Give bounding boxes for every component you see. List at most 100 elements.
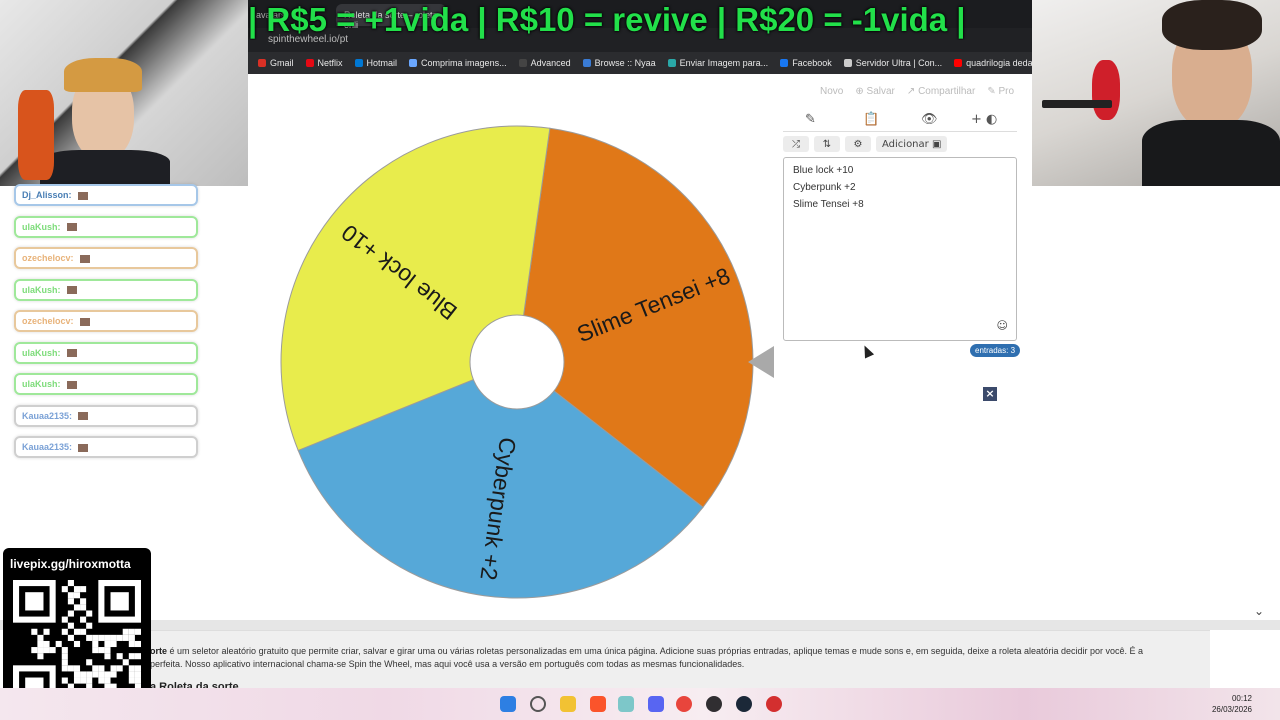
bookmark-icon (667, 59, 676, 67)
entries-list: Blue lock +10 Cyberpunk +2 Slime Tensei +8 (793, 164, 1007, 215)
brave-browser-icon[interactable] (590, 696, 606, 712)
bookmark-icon (843, 59, 852, 67)
bookmark-1[interactable]: Netflix (305, 58, 343, 68)
file-explorer-icon[interactable] (560, 696, 576, 712)
qr-module (104, 634, 111, 641)
emoji-icon[interactable]: ☺ (997, 319, 1008, 332)
wheel-hub[interactable] (469, 314, 565, 410)
qr-module (92, 671, 99, 678)
entries-textarea[interactable]: Blue lock +10 Cyberpunk +2 Slime Tensei +8… (783, 157, 1017, 341)
qr-module (73, 665, 81, 672)
chat-username: ulaKush: (22, 347, 61, 358)
save-button[interactable]: ⊕ Salvar (855, 86, 895, 97)
qr-module (134, 628, 141, 635)
wheel-segment-label: Cyberpunk +2 (475, 436, 521, 582)
tab-results-clipboard-icon[interactable]: 📋 (863, 112, 879, 127)
qr-module (67, 634, 74, 641)
bookmark-label: Facebook (792, 58, 832, 68)
chat-username: ulaKush: (22, 284, 61, 295)
site-menu: Novo ⊕ Salvar ↗ Compartilhar ✎ Pro (820, 86, 1014, 97)
qr-module (25, 592, 44, 611)
chat-username: ozechelocv: (22, 316, 74, 326)
share-button[interactable]: ↗ Compartilhar (907, 86, 975, 97)
qr-module (134, 671, 141, 678)
qr-module (37, 634, 44, 641)
windows-start-icon[interactable] (500, 696, 516, 712)
bookmark-label: Advanced (530, 58, 571, 68)
qr-module (92, 665, 99, 672)
qr-module (110, 592, 129, 611)
qr-module (86, 634, 93, 641)
close-icon[interactable]: × (983, 387, 997, 401)
qr-module (104, 640, 111, 648)
add-wheel-plus-icon[interactable]: + ◐ (971, 112, 997, 127)
entry-line[interactable]: Slime Tensei +8 (793, 198, 1007, 215)
qr-module (61, 659, 68, 666)
add-image-button[interactable]: Adicionar ▣ (876, 136, 948, 152)
qr-module (92, 634, 99, 641)
bookmark-icon (409, 59, 418, 67)
chat-emote-icon (79, 254, 90, 263)
bookmark-label: Servidor Ultra | Con... (855, 58, 943, 68)
bookmark-6[interactable]: Enviar Imagem para... (667, 58, 768, 68)
bookmark-icon (518, 59, 527, 67)
qr-module (128, 634, 135, 641)
qr-module (67, 665, 74, 672)
wheel-segment-label: Slime Tensei +8 (573, 262, 733, 347)
bookmark-7[interactable]: Facebook (780, 58, 832, 68)
qr-module (37, 647, 44, 654)
streamer-shirt (40, 150, 170, 186)
steam-icon[interactable] (736, 696, 752, 712)
chevron-down-icon[interactable]: ⌄ (1254, 604, 1264, 618)
taskbar-clock: 00:12 26/03/2026 (1212, 693, 1252, 715)
qr-module (134, 665, 141, 672)
wheel-pointer (748, 346, 774, 378)
shuffle-icon[interactable]: ⤮ (783, 136, 809, 152)
entry-line[interactable]: Cyberpunk +2 (793, 181, 1007, 198)
wheel-segment (516, 127, 754, 508)
entry-line[interactable]: Blue lock +10 (793, 164, 1007, 181)
bookmark-2[interactable]: Hotmail (354, 58, 397, 68)
qr-module (122, 659, 129, 666)
qr-module (80, 586, 87, 593)
streamer-shirt-right (1142, 120, 1280, 186)
screen: { "overlay_banner": "| R$5 = +1vida | R$… (0, 0, 1280, 720)
qr-module (134, 677, 141, 684)
bookmark-9[interactable]: quadrilogia dedadá... (954, 58, 1032, 68)
bookmark-0[interactable]: Gmail (258, 58, 294, 68)
bookmark-4[interactable]: Advanced (518, 58, 571, 68)
qr-module (80, 628, 87, 635)
qr-module (86, 610, 93, 617)
qr-module (110, 640, 117, 648)
app-icon[interactable] (618, 696, 634, 712)
chat-username: ozechelocv: (22, 253, 74, 263)
qr-module (80, 616, 87, 623)
new-button[interactable]: Novo (820, 86, 843, 97)
section-divider (0, 620, 1280, 630)
streamer-cap (64, 58, 142, 92)
chat-message: Kauaa2135: (14, 436, 198, 458)
chat-message: Dj_Alisson: (14, 184, 198, 206)
tab-edit-pencil-icon[interactable]: ✎ (805, 112, 816, 127)
qr-module (67, 598, 74, 605)
record-icon[interactable] (766, 696, 782, 712)
settings-gear-icon[interactable]: ⚙ (845, 136, 871, 152)
chat-message: ozechelocv: (14, 247, 198, 269)
search-icon[interactable] (530, 696, 546, 712)
tab-hide-eye-icon[interactable]: 👁 (921, 112, 938, 127)
discord-icon[interactable] (648, 696, 664, 712)
bookmark-5[interactable]: Browse :: Nyaa (582, 58, 656, 68)
qr-module (61, 616, 68, 623)
obs-icon[interactable] (706, 696, 722, 712)
pro-label: Pro (998, 86, 1015, 97)
bookmark-3[interactable]: Comprima imagens... (409, 58, 507, 68)
sort-icon[interactable]: ⇅ (814, 136, 840, 152)
pro-button[interactable]: ✎ Pro (987, 86, 1014, 97)
qr-module (80, 604, 87, 611)
chat-message: ulaKush: (14, 341, 198, 364)
image-icon: ▣ (928, 138, 942, 150)
qr-module (67, 580, 74, 587)
qr-module (73, 671, 81, 678)
chrome-icon[interactable] (676, 696, 692, 712)
bookmark-8[interactable]: Servidor Ultra | Con... (843, 58, 943, 68)
